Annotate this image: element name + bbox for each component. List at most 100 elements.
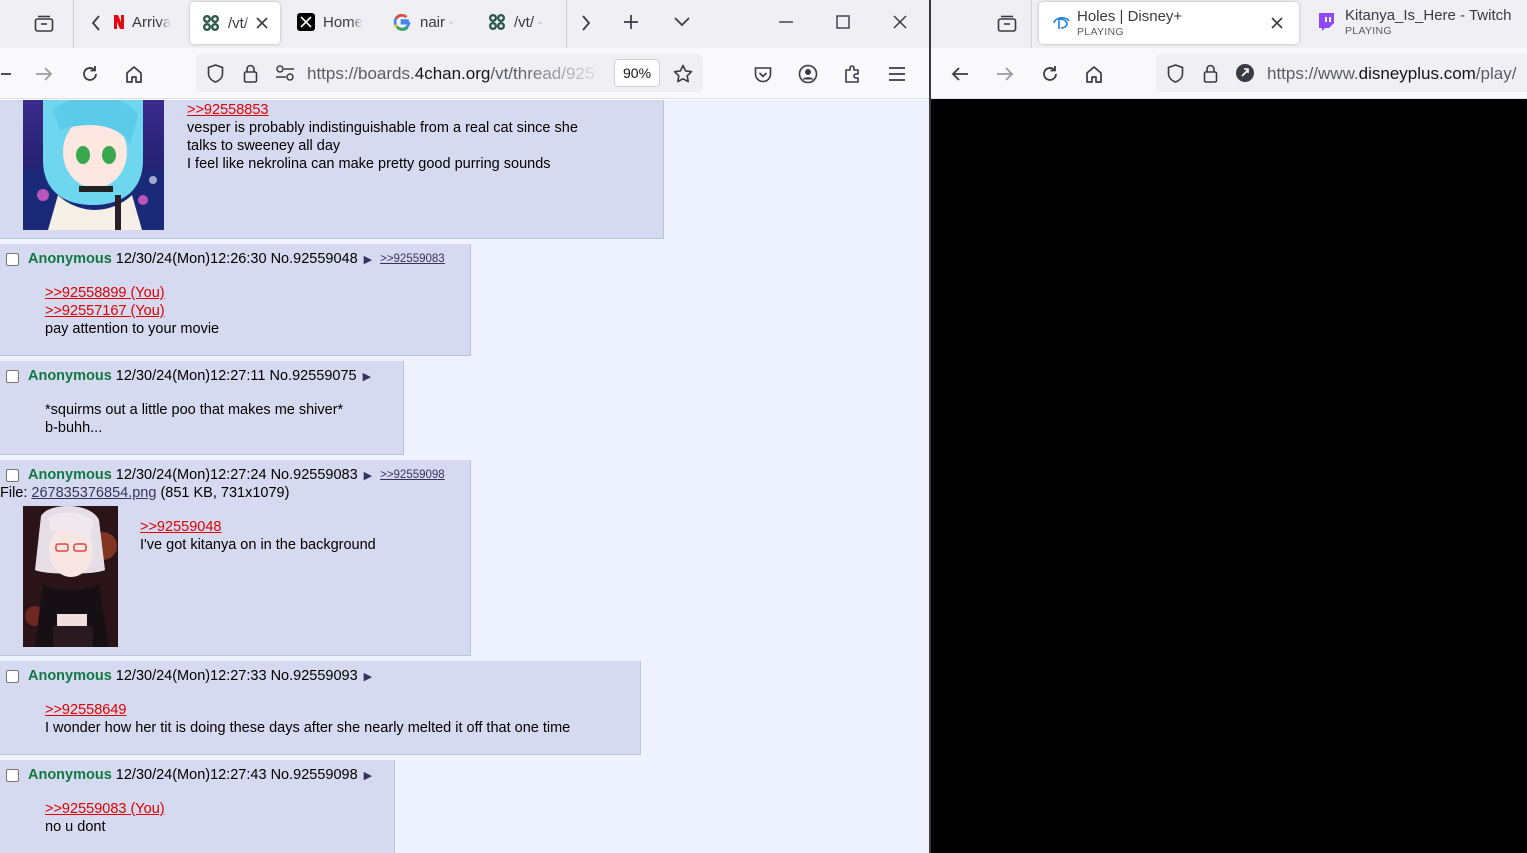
tab-bar: Holes | Disney+ PLAYING Kitanya_Is_Here … bbox=[931, 0, 1527, 48]
reload-icon[interactable] bbox=[79, 63, 101, 85]
forward-arrow-icon[interactable] bbox=[994, 63, 1016, 85]
tab-label: Home bbox=[323, 13, 364, 31]
quote-link[interactable]: >>92558899 (You) bbox=[45, 284, 219, 302]
post-checkbox[interactable] bbox=[6, 468, 19, 482]
firefox-view-icon[interactable] bbox=[993, 10, 1021, 36]
post-checkbox[interactable] bbox=[6, 369, 19, 383]
quote-link[interactable]: >>92559048 bbox=[140, 518, 376, 536]
quote-link[interactable]: >>92558649 bbox=[45, 701, 570, 719]
lock-icon[interactable] bbox=[1199, 62, 1221, 84]
post-menu-arrow-icon[interactable]: ▶ bbox=[364, 469, 372, 482]
zoom-reset-button[interactable]: 90% bbox=[614, 59, 661, 87]
reply-post: Anonymous 12/30/24(Mon)12:27:24 No.92559… bbox=[0, 460, 471, 656]
browser-window-left: Arriva /vt/ Home nair - /vt/ - https://b… bbox=[0, 0, 929, 853]
account-icon[interactable] bbox=[797, 63, 819, 85]
file-link[interactable]: 267835376854.png bbox=[31, 485, 156, 501]
reload-icon[interactable] bbox=[1039, 63, 1061, 85]
minimize-icon[interactable] bbox=[774, 11, 798, 33]
home-icon[interactable] bbox=[123, 63, 145, 85]
tab-vt-2[interactable]: /vt/ - bbox=[488, 0, 558, 44]
forward-arrow-icon[interactable] bbox=[33, 63, 55, 85]
post-number[interactable]: No.92559083 bbox=[271, 467, 358, 483]
twitch-icon bbox=[1317, 12, 1337, 32]
url-bar[interactable]: https://boards.4chan.org/vt/thread/925 9… bbox=[196, 54, 703, 92]
home-icon[interactable] bbox=[1083, 63, 1105, 85]
post-message: >>92559048 I've got kitanya on in the ba… bbox=[140, 518, 376, 554]
message-line: b-buhh... bbox=[45, 420, 103, 436]
post-thumbnail-image[interactable] bbox=[23, 100, 164, 230]
tab-arriva[interactable]: Arriva bbox=[112, 0, 182, 44]
post-message: >>92558853 vesper is probably indistingu… bbox=[187, 101, 578, 173]
4chan-clover-icon bbox=[488, 13, 506, 31]
url-path: /play/ bbox=[1475, 64, 1517, 83]
list-all-tabs-chevron-down-icon[interactable] bbox=[671, 11, 693, 33]
url-text[interactable]: https://www.disneyplus.com/play/ bbox=[1267, 64, 1527, 84]
post-number[interactable]: No.92559075 bbox=[270, 368, 357, 384]
poster-name: Anonymous bbox=[28, 368, 112, 384]
post-thumbnail-image[interactable] bbox=[23, 506, 118, 647]
tab-vt-active[interactable]: /vt/ bbox=[190, 2, 280, 44]
autoplay-permission-icon[interactable] bbox=[1234, 62, 1256, 84]
tab-google-nair[interactable]: nair - bbox=[393, 0, 463, 44]
bookmark-star-icon[interactable] bbox=[672, 62, 694, 84]
tab-divider bbox=[73, 0, 74, 48]
reply-post: >>92558853 vesper is probably indistingu… bbox=[0, 100, 664, 239]
reply-post: Anonymous 12/30/24(Mon)12:27:11 No.92559… bbox=[0, 361, 404, 455]
poster-name: Anonymous bbox=[28, 767, 112, 783]
post-checkbox[interactable] bbox=[6, 252, 19, 266]
close-icon[interactable] bbox=[254, 15, 270, 31]
tab-divider bbox=[566, 0, 567, 48]
url-domain: 4chan.org bbox=[414, 64, 491, 83]
tab-x-home[interactable]: Home bbox=[297, 0, 367, 44]
shield-icon[interactable] bbox=[204, 62, 226, 84]
url-domain: disneyplus.com bbox=[1358, 64, 1476, 83]
extensions-puzzle-icon[interactable] bbox=[842, 63, 864, 85]
window-close-icon[interactable] bbox=[888, 11, 912, 33]
post-info: Anonymous 12/30/24(Mon)12:26:30 No.92559… bbox=[6, 250, 445, 268]
navigation-toolbar: https://boards.4chan.org/vt/thread/925 9… bbox=[0, 48, 929, 99]
post-menu-arrow-icon[interactable]: ▶ bbox=[364, 253, 372, 266]
post-number[interactable]: No.92559093 bbox=[271, 668, 358, 684]
shield-icon[interactable] bbox=[1164, 62, 1186, 84]
hamburger-menu-icon[interactable] bbox=[886, 63, 908, 85]
backlink[interactable]: >>92559098 bbox=[380, 469, 445, 481]
new-tab-plus-icon[interactable] bbox=[620, 11, 642, 33]
message-line: I feel like nekrolina can make pretty go… bbox=[187, 156, 551, 172]
message-line: *squirms out a little poo that makes me … bbox=[45, 402, 344, 418]
post-message: >>92558899 (You) >>92557167 (You) pay at… bbox=[45, 284, 219, 338]
firefox-view-icon[interactable] bbox=[30, 10, 58, 36]
post-menu-arrow-icon[interactable]: ▶ bbox=[364, 769, 372, 782]
post-info: Anonymous 12/30/24(Mon)12:27:43 No.92559… bbox=[6, 766, 372, 784]
chevron-right-icon[interactable] bbox=[576, 12, 596, 34]
back-arrow-icon[interactable] bbox=[949, 63, 971, 85]
close-icon[interactable] bbox=[1269, 15, 1285, 31]
post-number[interactable]: No.92559048 bbox=[271, 251, 358, 267]
post-menu-arrow-icon[interactable]: ▶ bbox=[364, 670, 372, 683]
back-arrow-icon[interactable] bbox=[0, 63, 12, 85]
tab-twitch-kitanya[interactable]: Kitanya_Is_Here - Twitch PLAYING bbox=[1315, 0, 1527, 44]
video-player[interactable] bbox=[931, 100, 1527, 853]
message-line: vesper is probably indistinguishable fro… bbox=[187, 120, 578, 136]
lock-icon[interactable] bbox=[239, 62, 261, 84]
tab-disney-holes-active[interactable]: Holes | Disney+ PLAYING bbox=[1039, 2, 1299, 44]
message-line: I wonder how her tit is doing these days… bbox=[45, 720, 571, 736]
backlink[interactable]: >>92559083 bbox=[380, 253, 445, 265]
post-checkbox[interactable] bbox=[6, 669, 19, 683]
post-menu-arrow-icon[interactable]: ▶ bbox=[363, 370, 371, 383]
reply-post: Anonymous 12/30/24(Mon)12:27:43 No.92559… bbox=[0, 760, 395, 853]
post-checkbox[interactable] bbox=[6, 768, 19, 782]
x-logo-icon bbox=[297, 13, 315, 31]
post-message: >>92558649 I wonder how her tit is doing… bbox=[45, 701, 570, 737]
post-info: Anonymous 12/30/24(Mon)12:27:33 No.92559… bbox=[6, 667, 372, 685]
post-number[interactable]: No.92559098 bbox=[271, 767, 358, 783]
pocket-icon[interactable] bbox=[752, 63, 774, 85]
url-text[interactable]: https://boards.4chan.org/vt/thread/925 bbox=[307, 64, 607, 84]
permissions-icon[interactable] bbox=[274, 62, 296, 84]
quote-link[interactable]: >>92557167 (You) bbox=[45, 302, 219, 320]
chevron-left-icon[interactable] bbox=[86, 12, 106, 34]
quote-link[interactable]: >>92559083 (You) bbox=[45, 800, 165, 818]
quote-link[interactable]: >>92558853 bbox=[187, 101, 578, 119]
url-bar[interactable]: https://www.disneyplus.com/play/ bbox=[1156, 54, 1527, 92]
maximize-icon[interactable] bbox=[831, 11, 855, 33]
post-datetime: 12/30/24(Mon)12:27:11 bbox=[115, 368, 266, 384]
